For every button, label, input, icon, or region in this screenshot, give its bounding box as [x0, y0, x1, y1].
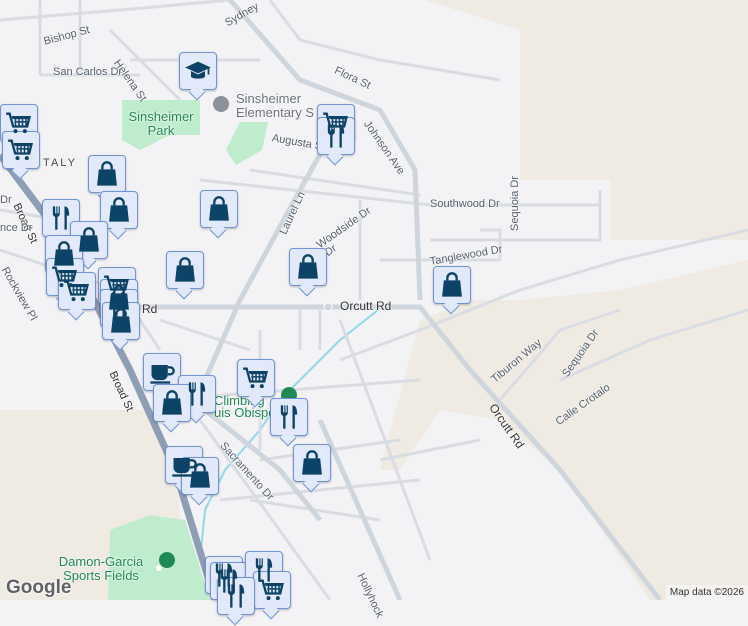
shopping-icon	[93, 160, 121, 188]
shopping-marker[interactable]	[433, 266, 471, 304]
shopping-icon	[107, 307, 135, 335]
street-label: Rd	[142, 302, 158, 316]
shopping-marker[interactable]	[88, 155, 126, 193]
cart-icon	[242, 364, 270, 392]
park-label[interactable]: Sinsheimer Park	[120, 110, 202, 138]
shopping-icon	[298, 449, 326, 477]
restaurant-marker[interactable]	[317, 117, 355, 155]
shopping-marker[interactable]	[181, 457, 219, 495]
cafe-icon	[148, 358, 176, 386]
shopping-icon	[438, 271, 466, 299]
cart-marker[interactable]	[253, 571, 291, 609]
restaurant-icon	[322, 122, 350, 150]
restaurant-icon	[222, 582, 250, 610]
restaurant-marker[interactable]	[217, 577, 255, 615]
street-label: nce Dr	[0, 222, 33, 234]
cart-marker[interactable]	[2, 131, 40, 169]
cart-marker[interactable]	[237, 359, 275, 397]
shopping-marker[interactable]	[289, 248, 327, 286]
google-logo: Google	[6, 577, 72, 598]
shopping-icon	[171, 256, 199, 284]
shopping-marker[interactable]	[200, 190, 238, 228]
street-label: Sequoia Dr	[509, 175, 521, 231]
restaurant-marker[interactable]	[270, 398, 308, 436]
school-icon	[184, 57, 212, 85]
green-area	[226, 122, 268, 165]
street-label: Dr	[0, 194, 12, 206]
shopping-icon	[294, 253, 322, 281]
cafe-marker[interactable]	[143, 353, 181, 391]
shopping-marker[interactable]	[100, 191, 138, 229]
cart-marker[interactable]	[58, 272, 96, 310]
shopping-icon	[75, 226, 103, 254]
shopping-icon	[186, 462, 214, 490]
restaurant-icon	[47, 204, 75, 232]
street-label: Southwood Dr	[430, 198, 500, 210]
shopping-icon	[158, 389, 186, 417]
shopping-marker[interactable]	[166, 251, 204, 289]
shopping-marker[interactable]	[293, 444, 331, 482]
shopping-icon	[105, 196, 133, 224]
cart-icon	[7, 136, 35, 164]
restaurant-icon	[275, 403, 303, 431]
climbing-label-line2[interactable]: uis Obispo	[214, 406, 275, 420]
street-label: San Carlos Dr	[53, 66, 123, 78]
shopping-marker[interactable]	[153, 384, 191, 422]
school-poi-icon	[213, 96, 229, 112]
neighborhood-label: ITALY	[38, 157, 77, 169]
cart-icon	[63, 277, 91, 305]
shopping-marker[interactable]	[102, 302, 140, 340]
shopping-icon	[205, 195, 233, 223]
school-marker[interactable]	[179, 52, 217, 90]
street-label: Orcutt Rd	[340, 299, 392, 313]
map-attribution[interactable]: Map data ©2026	[665, 585, 748, 600]
cart-icon	[5, 109, 33, 137]
restaurant-icon	[183, 380, 211, 408]
